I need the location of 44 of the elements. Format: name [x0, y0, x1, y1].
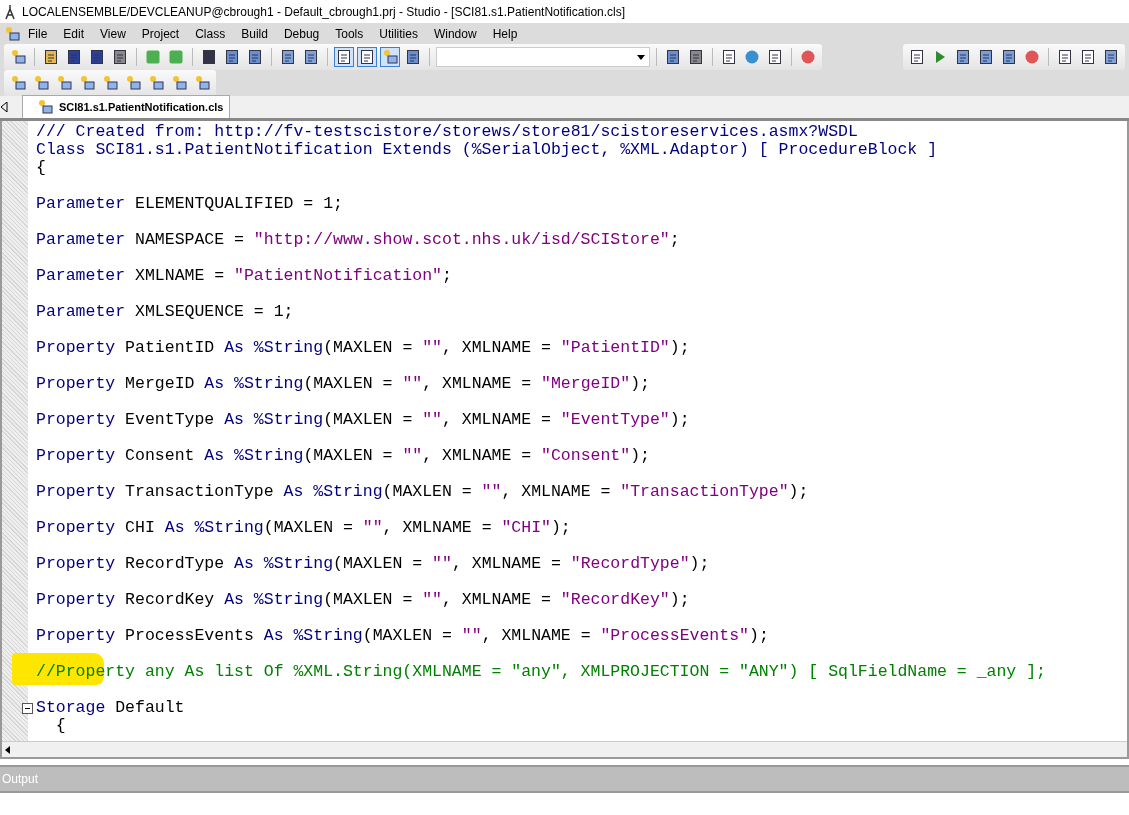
file-tab[interactable]: SCI81.s1.PatientNotification.cls: [22, 95, 231, 118]
menu-item[interactable]: Help: [484, 26, 526, 41]
page-icon[interactable]: [1080, 49, 1096, 65]
code-line: Property RecordKey As %String(MAXLEN = "", XMLNAME = "RecordKey");: [36, 591, 690, 609]
code-line: Parameter NAMESPACE = "http://www.show.scot.nhs.uk/isd/SCIStore";: [36, 231, 680, 249]
scroll-left-icon[interactable]: [0, 102, 8, 112]
code-line: Property MergeID As %String(MAXLEN = "", XMLNAME = "MergeID");: [36, 375, 650, 393]
code-line: Class SCI81.s1.PatientNotification Extends (%SerialObject, %XML.Adaptor) [ ProcedureBlock ]: [36, 141, 938, 159]
page-icon[interactable]: [336, 49, 352, 65]
collapse-icon[interactable]: [22, 703, 33, 714]
code-line: Property PatientID As %String(MAXLEN = "", XMLNAME = "PatientID");: [36, 339, 690, 357]
panel-title: Output: [2, 772, 39, 786]
page-icon[interactable]: [721, 49, 737, 65]
menu-item[interactable]: Class: [187, 26, 234, 41]
page-icon[interactable]: [1057, 49, 1073, 65]
menu-item[interactable]: Build: [233, 26, 276, 41]
menu-item[interactable]: Edit: [55, 26, 93, 41]
code-line: {: [54, 717, 66, 735]
menu-item[interactable]: Project: [133, 26, 188, 41]
menu-item[interactable]: Window: [425, 26, 485, 41]
menu-item[interactable]: Tools: [327, 26, 372, 41]
caret-icon: [637, 54, 645, 60]
code-line: {: [36, 159, 46, 177]
page-icon[interactable]: [767, 49, 783, 65]
code-line: Property CHI As %String(MAXLEN = "", XMLNAME = "CHI");: [36, 519, 571, 537]
menu-item[interactable]: File: [20, 26, 56, 41]
code-line: /// Created from: http://fv-testscistore/storews/store81/scistoreservices.asmx?WSDL: [36, 123, 858, 141]
page-icon[interactable]: [359, 49, 375, 65]
code-line: Property TransactionType As %String(MAXLEN = "", XMLNAME = "TransactionType");: [36, 483, 809, 501]
code-line: Parameter XMLSEQUENCE = 1;: [36, 303, 294, 321]
dropdown-field[interactable]: [436, 47, 650, 67]
code-line: Property ProcessEvents As %String(MAXLEN = "", XMLNAME = "ProcessEvents");: [36, 627, 769, 645]
code-line: Parameter XMLNAME = "PatientNotification";: [36, 267, 452, 285]
menu-item[interactable]: View: [92, 26, 134, 41]
code-line: Property Consent As %String(MAXLEN = "", XMLNAME = "Consent");: [36, 447, 650, 465]
window-title: LOCALENSEMBLE/DEVCLEANUP@cbrough1 - Default_cbrough1.prj - Studio - [SCI81.s1.PatientNotification.cls]: [22, 4, 626, 19]
code-line: Parameter ELEMENTQUALIFIED = 1;: [36, 195, 343, 213]
code-line: Storage Default: [36, 699, 185, 717]
page-icon[interactable]: [909, 49, 925, 65]
app-icon: [4, 3, 16, 20]
menu-item[interactable]: Debug: [275, 26, 328, 41]
code-line: Property EventType As %String(MAXLEN = "", XMLNAME = "EventType");: [36, 411, 690, 429]
menu-item[interactable]: Utilities: [371, 26, 426, 41]
code-line: Property RecordType As %String(MAXLEN = "", XMLNAME = "RecordType");: [36, 555, 710, 573]
